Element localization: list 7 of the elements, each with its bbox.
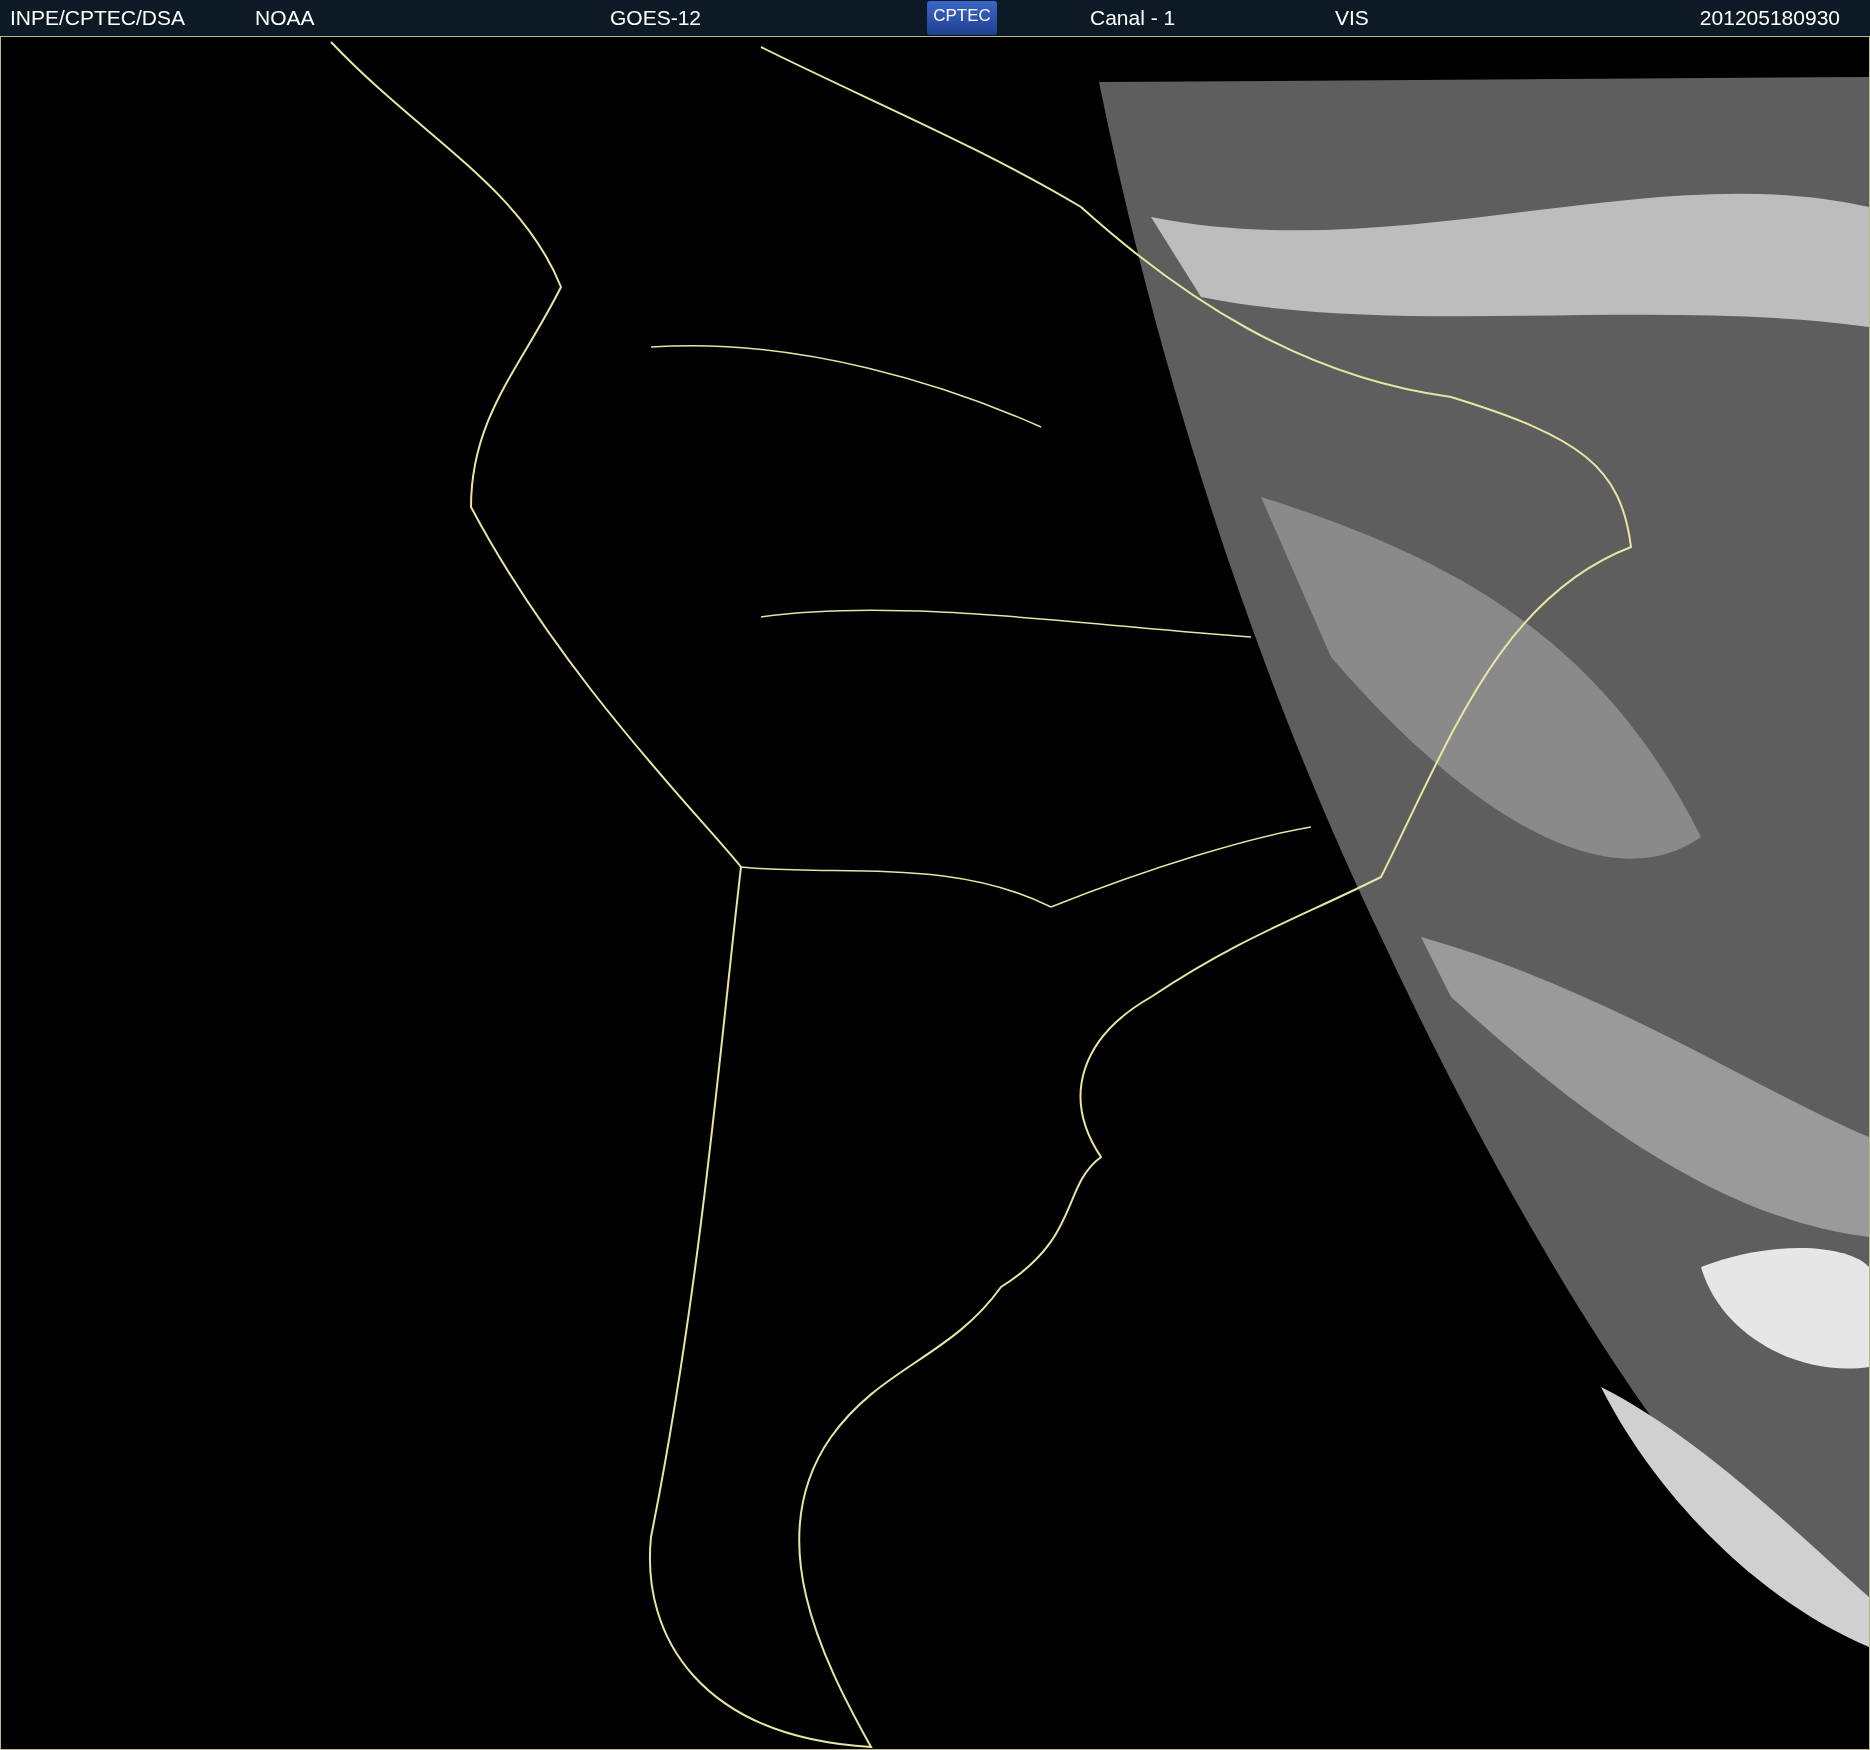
header-label: VIS bbox=[1335, 5, 1370, 32]
logo: CPTEC bbox=[927, 1, 997, 35]
header-label: INPE/CPTEC/DSA bbox=[10, 5, 187, 32]
header-label: 201205180930 bbox=[1699, 5, 1840, 32]
header-label: NOAA bbox=[255, 5, 316, 32]
header-label: Canal - 1 bbox=[1090, 5, 1177, 32]
header-label: GOES-12 bbox=[610, 5, 703, 32]
